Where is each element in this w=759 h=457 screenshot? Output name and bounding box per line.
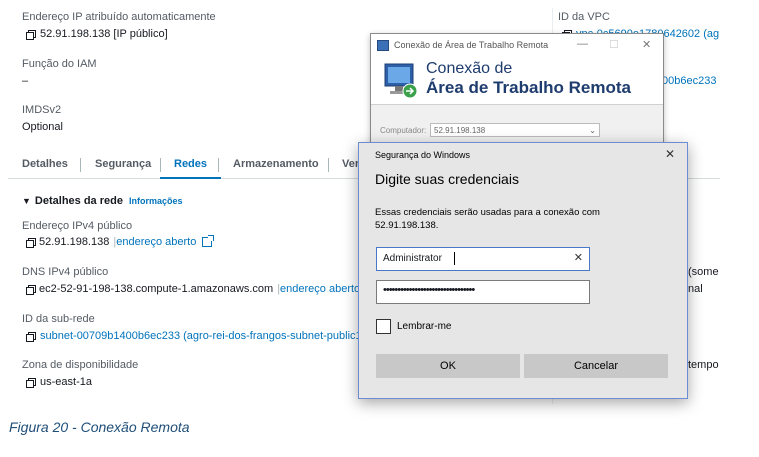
remember-label: Lembrar-me [397, 321, 452, 332]
open-address-link[interactable]: endereço aberto [116, 236, 196, 248]
iam-label: Função do IAM [22, 58, 97, 70]
tab-armazenamento[interactable]: Armazenamento [219, 150, 333, 178]
rdp-titlebar: Conexão de Área de Trabalho Remota — ☐ ✕ [371, 34, 663, 56]
rdp-window-title: Conexão de Área de Trabalho Remota [394, 40, 549, 50]
zone-label: Zona de disponibilidade [22, 359, 139, 371]
copy-icon[interactable] [26, 377, 36, 388]
tab-redes[interactable]: Redes [160, 150, 222, 179]
computer-label: Computador: [380, 126, 427, 135]
open-address-link[interactable]: endereço aberto [280, 283, 360, 295]
username-field[interactable]: Administrator ✕ [376, 247, 590, 271]
dns-fragment-2: nal [688, 283, 703, 295]
ip-auto-value: 52.91.198.138 [IP público] [40, 28, 168, 40]
cutoff-mask [0, 404, 759, 410]
remember-checkbox[interactable] [376, 319, 391, 334]
ip-auto-label: Endereço IP atribuído automaticamente [22, 11, 216, 23]
rdp-banner-line1: Conexão de [426, 60, 513, 77]
credential-dialog-title: Segurança do Windows [375, 150, 471, 160]
rdp-banner: Conexão de Área de Trabalho Remota [371, 56, 663, 105]
close-icon[interactable]: ✕ [642, 38, 651, 51]
imds-label: IMDSv2 [22, 104, 62, 116]
computer-select[interactable]: 52.91.198.138 ⌄ [430, 123, 600, 137]
dns-value: ec2-52-91-198-138.compute-1.amazonaws.co… [39, 283, 274, 295]
copy-icon[interactable] [26, 331, 36, 342]
tab-detalhes[interactable]: Detalhes [8, 150, 82, 178]
iam-value: – [22, 75, 29, 87]
vpc-label: ID da VPC [558, 11, 610, 23]
dns-row: ec2-52-91-198-138.compute-1.amazonaws.co… [26, 282, 379, 295]
subnet-label: ID da sub-rede [22, 313, 95, 325]
text-cursor [454, 252, 455, 265]
network-section-title: Detalhes da rede [34, 195, 123, 207]
subnet-row: subnet-00709b1400b6ec233 (agro-rei-dos-f… [26, 330, 371, 342]
caret-down-icon: ▼ [22, 196, 31, 206]
rdp-monitor-icon [384, 63, 418, 99]
rdp-small-icon [377, 39, 389, 51]
info-link[interactable]: Informações [129, 196, 183, 206]
chevron-down-icon: ⌄ [589, 126, 596, 135]
password-field[interactable]: •••••••••••••••••••••••••••••••• [376, 280, 590, 304]
rdp-window: Conexão de Área de Trabalho Remota — ☐ ✕… [370, 33, 664, 150]
zone-row: us-east-1a [26, 376, 92, 388]
credential-dialog: Segurança do Windows ✕ Digite suas crede… [358, 142, 688, 399]
clear-icon[interactable]: ✕ [574, 251, 583, 264]
figure-caption: Figura 20 - Conexão Remota [9, 419, 190, 435]
subnet-fragment[interactable]: 00b6ec233 [662, 75, 716, 87]
password-mask: •••••••••••••••••••••••••••••••• [383, 284, 475, 296]
copy-icon[interactable] [26, 284, 36, 295]
subnet-link[interactable]: subnet-00709b1400b6ec233 (agro-rei-dos-f… [40, 330, 371, 342]
copy-icon[interactable] [26, 237, 36, 248]
credential-message: Essas credenciais serão usadas para a co… [375, 207, 600, 231]
ipv4-public-row: 52.91.198.138 | endereço aberto [26, 235, 215, 248]
maximize-icon[interactable]: ☐ [609, 38, 619, 51]
dns-fragment-1: (some [688, 266, 719, 278]
cancel-button[interactable]: Cancelar [524, 354, 668, 378]
rdp-banner-line2: Área de Trabalho Remota [426, 78, 632, 97]
external-link-icon[interactable] [202, 235, 215, 247]
tab-seguranca[interactable]: Segurança [81, 150, 165, 178]
network-section-header[interactable]: ▼ Detalhes da rede Informações [22, 195, 183, 207]
ip-auto-value-row: 52.91.198.138 [IP público] [26, 28, 168, 40]
computer-value: 52.91.198.138 [434, 126, 486, 135]
zone-fragment: tempo [688, 359, 719, 371]
dns-label: DNS IPv4 público [22, 266, 109, 278]
ok-button[interactable]: OK [376, 354, 520, 378]
ipv4-public-label: Endereço IPv4 público [22, 220, 133, 232]
username-value: Administrator [383, 253, 442, 264]
close-icon[interactable]: ✕ [665, 147, 675, 161]
copy-icon[interactable] [26, 29, 36, 40]
imds-value: Optional [22, 121, 63, 133]
zone-value: us-east-1a [40, 376, 92, 388]
credential-heading: Digite suas credenciais [375, 171, 519, 187]
ipv4-public-value: 52.91.198.138 [39, 236, 110, 248]
minimize-icon[interactable]: — [577, 38, 588, 50]
